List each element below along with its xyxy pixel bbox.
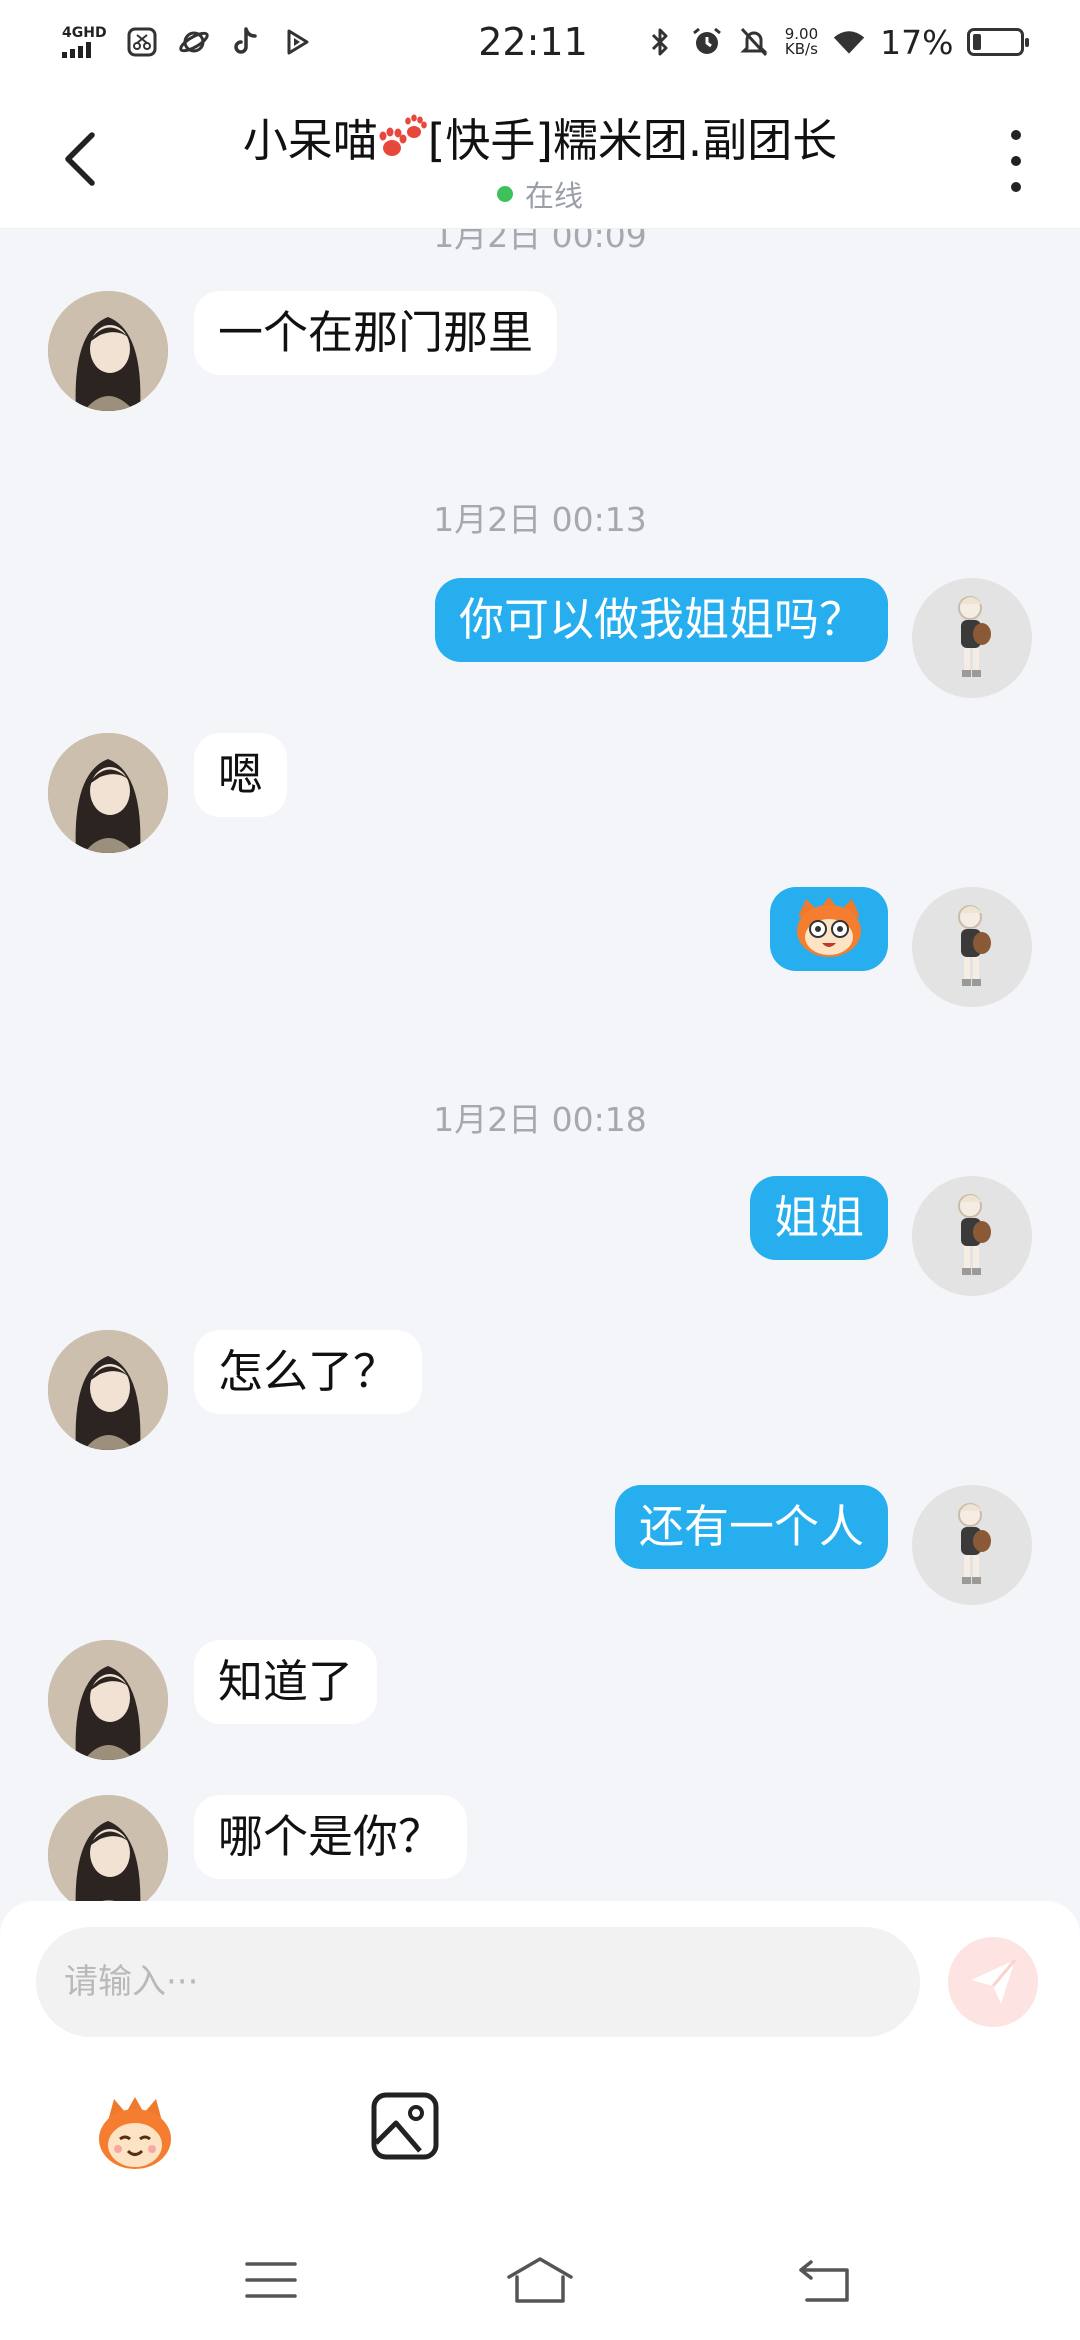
message-list[interactable]: 1月2日 00:09 一个在那门那里 1月2日 00:13 你可以做我姐姐吗？ (0, 229, 1080, 1901)
message-bubble[interactable]: 嗯 (194, 733, 288, 817)
wifi-icon (832, 25, 866, 59)
message-row (0, 887, 1080, 1007)
scissors-app-icon (125, 25, 159, 59)
emoji-face-icon (99, 2097, 171, 2169)
paw-icon (379, 114, 427, 156)
anime-avatar-icon (958, 905, 991, 986)
send-icon (971, 1959, 1017, 2004)
more-options-button[interactable] (996, 126, 1036, 196)
anime-avatar-icon (958, 1503, 991, 1584)
avatar[interactable] (48, 1640, 168, 1760)
message-row: 怎么了？ (0, 1330, 1080, 1450)
online-label: 在线 (524, 179, 583, 213)
anime-avatar-icon (958, 596, 991, 677)
chat-page: 4GHD 22:11 9.00 KB/s 17% 小呆喵 [快手]糯米团.副团长… (0, 0, 1080, 2340)
avatar[interactable] (48, 291, 168, 411)
message-bubble[interactable]: 你可以做我姐姐吗？ (434, 578, 888, 662)
avatar[interactable] (912, 1176, 1032, 1296)
message-row: 你可以做我姐姐吗？ (0, 578, 1080, 698)
timestamp: 1月2日 00:13 (433, 500, 647, 539)
more-dot-icon (1011, 130, 1021, 140)
message-bubble[interactable]: 知道了 (194, 1640, 378, 1724)
girl-avatar-icon (48, 733, 168, 853)
online-dot-icon (496, 186, 513, 202)
avatar[interactable] (48, 1330, 168, 1450)
message-bubble[interactable]: 一个在那门那里 (194, 291, 558, 375)
title-group: [快手]糯米团.副团长 (427, 114, 838, 167)
girl-avatar-icon (48, 1640, 168, 1760)
avatar[interactable] (912, 578, 1032, 698)
message-row: 哪个是你？ (0, 1795, 1080, 1901)
battery-icon (967, 28, 1029, 56)
more-dot-icon (1011, 182, 1021, 192)
home-icon (507, 2257, 573, 2303)
battery-level (973, 34, 982, 50)
image-button[interactable] (370, 2091, 440, 2161)
girl-avatar-icon (48, 1330, 168, 1450)
more-dot-icon (1011, 156, 1021, 166)
status-left: 4GHD (62, 25, 442, 59)
back-arrow-icon (799, 2260, 849, 2302)
timestamp: 1月2日 00:09 (433, 229, 647, 255)
sticker-bubble[interactable] (770, 887, 888, 971)
network-type: 4GHD (62, 25, 107, 41)
status-right: 9.00 KB/s 17% (644, 22, 1029, 62)
net-speed: 9.00 KB/s (785, 27, 818, 57)
message-bubble[interactable]: 哪个是你？ (194, 1795, 468, 1879)
message-row: 一个在那门那里 (0, 291, 1080, 411)
girl-avatar-icon (48, 1795, 168, 1901)
title-area[interactable]: 小呆喵 [快手]糯米团.副团长 在线 (150, 104, 930, 215)
title-name: 小呆喵 (242, 114, 378, 167)
battery-percent: 17% (880, 22, 954, 62)
online-status: 在线 (150, 173, 930, 215)
message-bubble[interactable]: 还有一个人 (614, 1485, 888, 1569)
send-button[interactable] (948, 1937, 1038, 2027)
message-input[interactable] (36, 1927, 920, 2037)
message-bubble[interactable]: 怎么了？ (194, 1330, 423, 1414)
page-title: 小呆喵 [快手]糯米团.副团长 (243, 104, 837, 169)
image-icon (371, 2092, 439, 2160)
system-nav-bar (0, 2220, 1080, 2340)
message-row: 嗯 (0, 733, 1080, 853)
cartoon-face-sticker-icon (797, 897, 861, 957)
signal-icon: 4GHD (62, 26, 107, 58)
back-button[interactable] (60, 124, 120, 194)
girl-avatar-icon (48, 291, 168, 411)
message-row: 还有一个人 (0, 1485, 1080, 1605)
message-row: 姐姐 (0, 1176, 1080, 1296)
anime-avatar-icon (958, 1194, 991, 1275)
message-row: 知道了 (0, 1640, 1080, 1760)
clock: 22:11 (478, 20, 588, 64)
chevron-left-icon (65, 132, 95, 186)
emoji-button[interactable] (92, 2091, 178, 2177)
message-bubble[interactable]: 姐姐 (749, 1176, 888, 1260)
home-button[interactable] (505, 2250, 575, 2310)
play-app-icon (281, 25, 315, 59)
avatar[interactable] (48, 733, 168, 853)
timestamp: 1月2日 00:18 (433, 1100, 647, 1139)
avatar[interactable] (912, 1485, 1032, 1605)
back-nav-button[interactable] (790, 2250, 860, 2310)
avatar[interactable] (912, 887, 1032, 1007)
planet-app-icon (177, 25, 211, 59)
alarm-icon (691, 25, 724, 59)
speed-unit: KB/s (784, 40, 818, 58)
status-bar: 4GHD 22:11 9.00 KB/s 17% (0, 0, 1080, 84)
mute-icon (738, 25, 771, 59)
menu-button[interactable] (236, 2250, 306, 2310)
tiktok-icon (229, 25, 263, 59)
bluetooth-icon (644, 25, 677, 59)
menu-icon (245, 2262, 297, 2298)
chat-header: 小呆喵 [快手]糯米团.副团长 在线 (0, 84, 1080, 229)
avatar[interactable] (48, 1795, 168, 1901)
